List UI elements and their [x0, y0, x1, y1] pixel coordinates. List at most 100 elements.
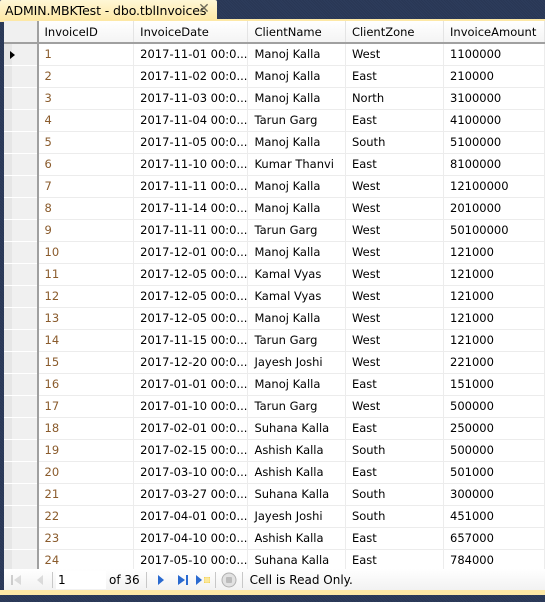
cell-invoicedate[interactable]: 2017-11-03 00:0...: [133, 87, 249, 110]
table-row[interactable]: 21 2017-03-27 00:0... Suhana Kalla South 300…: [4, 483, 545, 506]
cell-invoiceamount[interactable]: 501000: [443, 461, 545, 484]
cell-clientname[interactable]: Kamal Vyas: [247, 285, 346, 308]
row-header[interactable]: [4, 439, 39, 462]
row-header[interactable]: [4, 131, 39, 154]
table-row[interactable]: 9 2017-11-11 00:0... Tarun Garg West 5010000…: [4, 219, 545, 242]
row-header[interactable]: [4, 285, 39, 308]
cell-clientname[interactable]: Kamal Vyas: [247, 263, 346, 286]
cell-clientname[interactable]: Ashish Kalla: [247, 439, 346, 462]
row-header[interactable]: [4, 505, 39, 528]
row-header[interactable]: [4, 197, 39, 220]
cell-invoiceamount[interactable]: 121000: [443, 241, 545, 264]
next-record-button[interactable]: [152, 571, 170, 589]
cell-invoiceid[interactable]: 20: [37, 461, 135, 484]
cell-invoiceid[interactable]: 4: [37, 109, 135, 132]
cell-invoiceid[interactable]: 18: [37, 417, 135, 440]
table-row[interactable]: 18 2017-02-01 00:0... Suhana Kalla East 2500…: [4, 417, 545, 440]
table-row[interactable]: 14 2017-11-15 00:0... Tarun Garg West 121000: [4, 329, 545, 352]
row-header[interactable]: [4, 109, 39, 132]
cell-clientzone[interactable]: East: [345, 373, 445, 396]
cell-clientname[interactable]: Manoj Kalla: [247, 175, 346, 198]
table-row[interactable]: 5 2017-11-05 00:0... Manoj Kalla South 51000…: [4, 131, 545, 154]
column-header-clientname[interactable]: ClientName: [247, 21, 346, 44]
cell-invoiceid[interactable]: 24: [37, 549, 135, 569]
cell-invoicedate[interactable]: 2017-11-02 00:0...: [133, 65, 249, 88]
cell-invoiceamount[interactable]: 500000: [443, 395, 545, 418]
cell-clientzone[interactable]: West: [345, 285, 445, 308]
cell-invoiceamount[interactable]: 2010000: [443, 197, 545, 220]
cell-invoiceamount[interactable]: 1100000: [443, 43, 545, 66]
cell-invoicedate[interactable]: 2017-01-01 00:0...: [133, 373, 249, 396]
cell-invoiceid[interactable]: 9: [37, 219, 135, 242]
cell-clientname[interactable]: Tarun Garg: [247, 219, 346, 242]
cell-invoiceid[interactable]: 13: [37, 307, 135, 330]
cell-clientzone[interactable]: East: [345, 417, 445, 440]
cell-invoiceid[interactable]: 16: [37, 373, 135, 396]
row-header[interactable]: [4, 527, 39, 550]
row-header[interactable]: [4, 417, 39, 440]
cell-invoicedate[interactable]: 2017-11-10 00:0...: [133, 153, 249, 176]
cell-clientname[interactable]: Tarun Garg: [247, 109, 346, 132]
cell-invoiceamount[interactable]: 250000: [443, 417, 545, 440]
row-header[interactable]: [4, 461, 39, 484]
cell-clientzone[interactable]: South: [345, 131, 445, 154]
cell-invoicedate[interactable]: 2017-12-05 00:0...: [133, 307, 249, 330]
cell-invoiceamount[interactable]: 3100000: [443, 87, 545, 110]
cell-invoiceamount[interactable]: 210000: [443, 65, 545, 88]
cell-invoiceid[interactable]: 2: [37, 65, 135, 88]
cell-invoiceid[interactable]: 12: [37, 285, 135, 308]
row-header[interactable]: [4, 395, 39, 418]
stop-button[interactable]: [219, 571, 239, 589]
table-row[interactable]: 16 2017-01-01 00:0... Manoj Kalla East 15100…: [4, 373, 545, 396]
cell-invoiceamount[interactable]: 500000: [443, 439, 545, 462]
cell-clientzone[interactable]: West: [345, 43, 445, 66]
cell-invoicedate[interactable]: 2017-04-01 00:0...: [133, 505, 249, 528]
cell-clientname[interactable]: Manoj Kalla: [247, 241, 346, 264]
table-row[interactable]: 24 2017-05-10 00:0... Suhana Kalla East 7840…: [4, 549, 545, 569]
page-number-input[interactable]: [56, 570, 106, 589]
cell-clientzone[interactable]: South: [345, 505, 445, 528]
table-row[interactable]: 10 2017-12-01 00:0... Manoj Kalla West 12100…: [4, 241, 545, 264]
cell-clientname[interactable]: Kumar Thanvi: [247, 153, 346, 176]
cell-clientzone[interactable]: East: [345, 65, 445, 88]
previous-record-button[interactable]: [31, 571, 49, 589]
cell-invoicedate[interactable]: 2017-11-04 00:0...: [133, 109, 249, 132]
cell-invoicedate[interactable]: 2017-11-14 00:0...: [133, 197, 249, 220]
cell-clientzone[interactable]: East: [345, 109, 445, 132]
table-row[interactable]: 23 2017-04-10 00:0... Ashish Kalla East 6570…: [4, 527, 545, 550]
cell-invoiceid[interactable]: 19: [37, 439, 135, 462]
table-row[interactable]: 2 2017-11-02 00:0... Manoj Kalla East 210000: [4, 65, 545, 88]
cell-clientname[interactable]: Jayesh Joshi: [247, 505, 346, 528]
row-header[interactable]: [4, 153, 39, 176]
table-row[interactable]: 20 2017-03-10 00:0... Ashish Kalla East 5010…: [4, 461, 545, 484]
row-header[interactable]: [4, 549, 39, 569]
cell-invoicedate[interactable]: 2017-03-10 00:0...: [133, 461, 249, 484]
cell-clientname[interactable]: Tarun Garg: [247, 395, 346, 418]
cell-invoicedate[interactable]: 2017-03-27 00:0...: [133, 483, 249, 506]
cell-clientname[interactable]: Tarun Garg: [247, 329, 346, 352]
table-row[interactable]: 19 2017-02-15 00:0... Ashish Kalla South 500…: [4, 439, 545, 462]
table-row[interactable]: 3 2017-11-03 00:0... Manoj Kalla North 31000…: [4, 87, 545, 110]
cell-invoiceamount[interactable]: 300000: [443, 483, 545, 506]
cell-clientname[interactable]: Manoj Kalla: [247, 307, 346, 330]
cell-invoicedate[interactable]: 2017-05-10 00:0...: [133, 549, 249, 569]
cell-clientzone[interactable]: West: [345, 351, 445, 374]
table-row[interactable]: 22 2017-04-01 00:0... Jayesh Joshi South 451…: [4, 505, 545, 528]
row-header[interactable]: [4, 65, 39, 88]
table-row[interactable]: 15 2017-12-20 00:0... Jayesh Joshi West 2210…: [4, 351, 545, 374]
cell-invoiceamount[interactable]: 5100000: [443, 131, 545, 154]
row-header[interactable]: [4, 263, 39, 286]
cell-clientzone[interactable]: East: [345, 461, 445, 484]
table-row[interactable]: 6 2017-11-10 00:0... Kumar Thanvi East 81000…: [4, 153, 545, 176]
cell-invoicedate[interactable]: 2017-02-15 00:0...: [133, 439, 249, 462]
cell-invoicedate[interactable]: 2017-11-11 00:0...: [133, 175, 249, 198]
row-header[interactable]: [4, 43, 39, 66]
cell-invoicedate[interactable]: 2017-12-20 00:0...: [133, 351, 249, 374]
table-row[interactable]: 12 2017-12-05 00:0... Kamal Vyas West 121000: [4, 285, 545, 308]
cell-invoiceamount[interactable]: 121000: [443, 263, 545, 286]
table-row[interactable]: 13 2017-12-05 00:0... Manoj Kalla West 12100…: [4, 307, 545, 330]
table-row[interactable]: 17 2017-01-10 00:0... Tarun Garg West 500000: [4, 395, 545, 418]
row-header[interactable]: [4, 219, 39, 242]
cell-invoiceid[interactable]: 5: [37, 131, 135, 154]
cell-invoiceid[interactable]: 14: [37, 329, 135, 352]
